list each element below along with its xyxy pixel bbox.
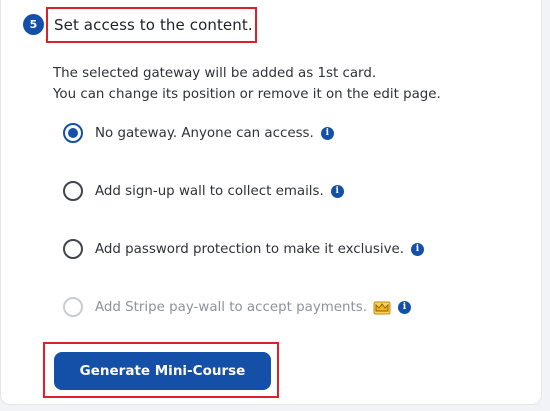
- option-label: Add sign-up wall to collect emails.: [95, 183, 324, 199]
- access-settings-card: 5 Set access to the content. The selecte…: [0, 0, 542, 405]
- option-no-gateway[interactable]: No gateway. Anyone can access. i: [63, 121, 334, 145]
- step-number-badge: 5: [23, 14, 44, 35]
- radio-stripe-paywall: [63, 297, 83, 317]
- radio-no-gateway[interactable]: [63, 123, 83, 143]
- crown-icon: [373, 300, 391, 315]
- step-title: Set access to the content.: [54, 16, 253, 34]
- info-icon[interactable]: i: [330, 184, 344, 198]
- option-label: No gateway. Anyone can access.: [95, 125, 314, 141]
- option-signup-wall[interactable]: Add sign-up wall to collect emails. i: [63, 179, 344, 203]
- step-title-highlight: Set access to the content.: [46, 7, 257, 43]
- description-line-1: The selected gateway will be added as 1s…: [53, 66, 377, 81]
- radio-password-protection[interactable]: [63, 239, 83, 259]
- option-label: Add password protection to make it exclu…: [95, 241, 404, 257]
- info-icon[interactable]: i: [398, 300, 411, 314]
- generate-mini-course-button[interactable]: Generate Mini-Course: [54, 352, 271, 390]
- info-icon[interactable]: i: [320, 126, 334, 140]
- description-line-2: You can change its position or remove it…: [53, 87, 441, 102]
- info-icon[interactable]: i: [411, 242, 424, 256]
- option-label: Add Stripe pay-wall to accept payments.: [95, 299, 367, 315]
- option-password-protection[interactable]: Add password protection to make it exclu…: [63, 237, 424, 261]
- option-stripe-paywall: Add Stripe pay-wall to accept payments. …: [63, 295, 411, 319]
- radio-signup-wall[interactable]: [63, 181, 83, 201]
- description: The selected gateway will be added as 1s…: [53, 63, 441, 105]
